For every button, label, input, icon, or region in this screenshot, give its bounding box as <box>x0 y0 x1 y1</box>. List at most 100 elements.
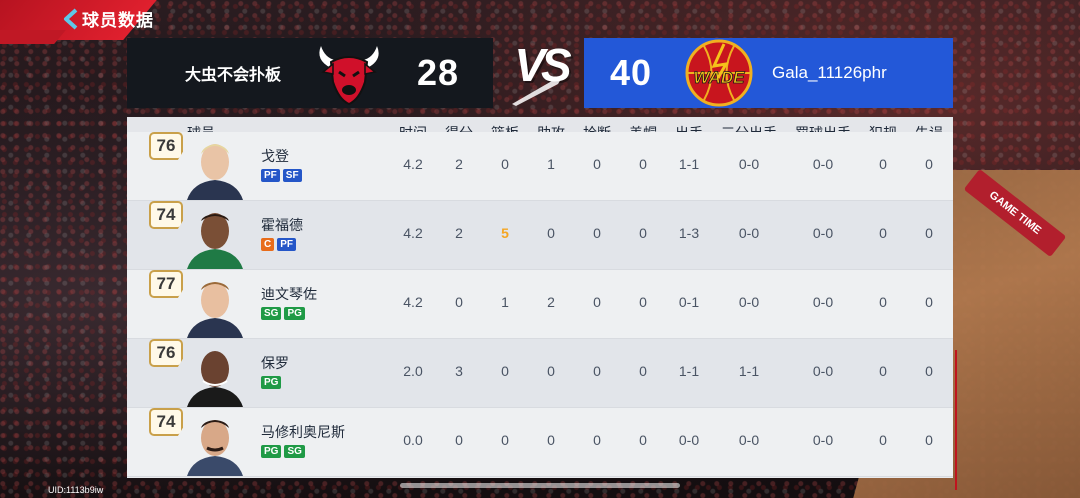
stat-fouls: 0 <box>879 432 887 448</box>
stat-minutes: 4.2 <box>403 294 423 310</box>
stat-assists: 2 <box>547 294 555 310</box>
stat-minutes: 4.2 <box>403 225 423 241</box>
stat-three-pointers: 1-1 <box>738 363 760 379</box>
stat-field-goals: 1-1 <box>678 156 700 172</box>
stat-blocks: 0 <box>639 363 647 379</box>
stat-points: 0 <box>455 432 463 448</box>
stat-points: 3 <box>455 363 463 379</box>
position-tag: SF <box>282 169 302 182</box>
overall-rating-badge: 76 <box>149 132 183 160</box>
stat-rebounds: 0 <box>501 363 509 379</box>
stat-field-goals: 1-1 <box>678 363 700 379</box>
stat-steals: 0 <box>593 432 601 448</box>
stat-rebounds: 1 <box>501 294 509 310</box>
stat-field-goals: 1-3 <box>678 225 700 241</box>
player-cell: 74 马修利奥尼斯 PG SG <box>127 408 385 476</box>
user-id-label: UID:1113b9iw <box>48 485 104 495</box>
home-team-panel: 大虫不会扑板 28 <box>127 38 493 108</box>
position-tag: PG <box>261 376 282 389</box>
player-avatar <box>187 213 243 269</box>
table-row[interactable]: 74 霍福德 C PF 4.2 2 5 0 0 0 1-3 0-0 0-0 0 … <box>127 201 953 270</box>
stat-turnovers: 0 <box>925 363 933 379</box>
stat-fouls: 0 <box>879 156 887 172</box>
overall-rating-badge: 74 <box>149 408 183 436</box>
stat-turnovers: 0 <box>925 156 933 172</box>
stat-free-throws: 0-0 <box>812 225 834 241</box>
player-name: 霍福德 <box>261 217 303 233</box>
position-tags: PF SF <box>261 169 302 182</box>
table-body[interactable]: 76 戈登 PF SF 4.2 2 0 1 0 0 1-1 0-0 0-0 0 … <box>127 132 953 477</box>
position-tags: PG <box>261 376 282 389</box>
player-cell: 76 戈登 PF SF <box>127 132 385 200</box>
stat-three-pointers: 0-0 <box>738 294 760 310</box>
player-avatar <box>187 144 243 200</box>
top-bar: 球员数据 <box>62 6 154 31</box>
position-tag: SG <box>284 445 305 458</box>
stat-rebounds: 0 <box>501 432 509 448</box>
player-cell: 74 霍福德 C PF <box>127 201 385 269</box>
table-row[interactable]: 76 戈登 PF SF 4.2 2 0 1 0 0 1-1 0-0 0-0 0 … <box>127 132 953 201</box>
table-row[interactable]: 77 迪文琴佐 SG PG 4.2 0 1 2 0 0 0-1 0-0 0-0 <box>127 270 953 339</box>
stat-fouls: 0 <box>879 225 887 241</box>
stat-points: 2 <box>455 156 463 172</box>
stat-assists: 0 <box>547 363 555 379</box>
stat-points: 0 <box>455 294 463 310</box>
court-sideline <box>955 350 957 490</box>
stat-steals: 0 <box>593 156 601 172</box>
player-name: 戈登 <box>261 148 289 164</box>
stat-turnovers: 0 <box>925 432 933 448</box>
stat-three-pointers: 0-0 <box>738 225 760 241</box>
home-team-name: 大虫不会扑板 <box>185 67 282 84</box>
home-score: 28 <box>417 52 460 93</box>
player-cell: 77 迪文琴佐 SG PG <box>127 270 385 338</box>
stat-blocks: 0 <box>639 294 647 310</box>
stat-assists: 0 <box>547 432 555 448</box>
home-indicator[interactable] <box>400 483 680 488</box>
stat-rebounds: 0 <box>501 156 509 172</box>
player-cell: 76 保罗 PG <box>127 339 385 407</box>
position-tag: PF <box>261 169 280 182</box>
player-avatar <box>187 351 243 407</box>
stat-assists: 0 <box>547 225 555 241</box>
away-score: 40 <box>610 52 653 93</box>
position-tag: PF <box>277 238 297 251</box>
stat-points: 2 <box>455 225 463 241</box>
overall-rating-badge: 76 <box>149 339 183 367</box>
stat-turnovers: 0 <box>925 225 933 241</box>
bulls-logo-icon <box>319 46 379 106</box>
position-tag: C <box>261 238 275 251</box>
table-row[interactable]: 74 马修利奥尼斯 PG SG 0.0 0 0 0 0 0 0-0 0-0 0-… <box>127 408 953 477</box>
stat-field-goals: 0-1 <box>678 294 700 310</box>
stat-three-pointers: 0-0 <box>738 432 760 448</box>
player-stats-table: 球员 时间 得分 篮板 助攻 抢断 盖帽 出手 三分出手 罚球出手 犯规 失误 … <box>127 117 953 478</box>
stat-blocks: 0 <box>639 432 647 448</box>
stat-fouls: 0 <box>879 363 887 379</box>
position-tag: PG <box>261 445 282 458</box>
player-avatar <box>187 282 243 338</box>
stat-fouls: 0 <box>879 294 887 310</box>
stat-field-goals: 0-0 <box>678 432 700 448</box>
position-tags: C PF <box>261 238 297 251</box>
wade-logo-icon: WADE <box>685 39 753 107</box>
stat-steals: 0 <box>593 363 601 379</box>
overall-rating-badge: 74 <box>149 201 183 229</box>
page-title: 球员数据 <box>82 11 154 30</box>
stat-three-pointers: 0-0 <box>738 156 760 172</box>
stat-steals: 0 <box>593 225 601 241</box>
player-name: 马修利奥尼斯 <box>261 424 345 440</box>
position-tags: SG PG <box>261 307 305 320</box>
stat-free-throws: 0-0 <box>812 294 834 310</box>
position-tag: PG <box>284 307 305 320</box>
away-team-panel: 40 WADE Gala_11126phr <box>584 38 953 108</box>
player-name: 保罗 <box>261 355 289 371</box>
stat-minutes: 4.2 <box>403 156 423 172</box>
stat-steals: 0 <box>593 294 601 310</box>
stat-free-throws: 0-0 <box>812 156 834 172</box>
player-name: 迪文琴佐 <box>261 286 317 302</box>
back-arrow-icon[interactable] <box>62 7 80 31</box>
overall-rating-badge: 77 <box>149 270 183 298</box>
player-avatar <box>187 420 243 476</box>
stat-turnovers: 0 <box>925 294 933 310</box>
table-row[interactable]: 76 保罗 PG 2.0 3 0 0 0 0 1-1 1-1 0-0 0 0 <box>127 339 953 408</box>
position-tag: SG <box>261 307 282 320</box>
